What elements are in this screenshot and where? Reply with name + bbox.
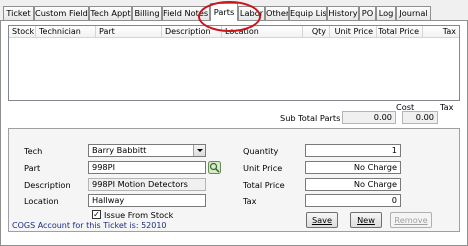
sub-total-label: Sub Total Parts	[280, 113, 341, 123]
tab-log[interactable]: Log	[376, 6, 396, 20]
new-button[interactable]: New	[350, 212, 382, 228]
tax-input[interactable]: 0	[305, 194, 401, 207]
parts-grid[interactable]: Stock Technician Part Description Locati…	[8, 25, 460, 101]
description-label: Description	[24, 180, 71, 190]
tab-field-notes[interactable]: Field Notes (1)	[162, 6, 210, 20]
col-technician[interactable]: Technician	[36, 26, 96, 38]
tab-tech-appt[interactable]: Tech Appt	[89, 6, 132, 20]
part-label-text: Part	[24, 163, 41, 173]
tab-parts[interactable]: Parts	[210, 3, 238, 21]
total-price-label: Total Price	[243, 180, 285, 190]
total-price-input[interactable]: No Charge	[305, 178, 401, 191]
remove-button-label: Remove	[394, 215, 428, 225]
tech-select-value: Barry Babbitt	[92, 145, 147, 155]
remove-button: Remove	[390, 212, 432, 228]
tax-header: Tax	[440, 102, 454, 112]
description-field: 998PI Motion Detectors	[88, 178, 206, 191]
part-lookup-icon[interactable]	[208, 161, 221, 174]
unit-price-input[interactable]: No Charge	[305, 161, 401, 174]
sub-total-tax-value: 0.00	[402, 111, 438, 124]
tech-label-text: Tech	[24, 146, 43, 156]
col-part[interactable]: Part	[96, 26, 162, 38]
tab-journal[interactable]: Journal	[396, 6, 431, 20]
col-total-price[interactable]: Total Price	[377, 26, 423, 38]
tab-billing[interactable]: Billing	[132, 6, 162, 20]
location-label: Location	[24, 196, 59, 206]
quantity-label: Quantity	[243, 146, 279, 156]
tech-select[interactable]: Barry Babbitt	[88, 144, 206, 157]
tab-custom-fields[interactable]: Custom Fields	[34, 6, 89, 20]
grid-header: Stock Technician Part Description Locati…	[9, 26, 459, 38]
col-unit-price[interactable]: Unit Price	[330, 26, 377, 38]
tab-equip-list[interactable]: Equip List	[289, 6, 327, 20]
col-tax[interactable]: Tax	[423, 26, 459, 38]
location-input[interactable]: Hallway	[88, 194, 206, 207]
cogs-account-text: COGS Account for this Ticket is: 52010	[12, 221, 167, 230]
issue-from-stock-checkbox[interactable]: ✓	[92, 210, 101, 219]
chevron-down-icon[interactable]	[193, 145, 205, 156]
tab-ticket[interactable]: Ticket	[3, 6, 34, 20]
col-stock[interactable]: Stock	[9, 26, 36, 38]
part-input[interactable]: 998PI	[88, 161, 206, 174]
unit-price-label: Unit Price	[243, 163, 283, 173]
tech-label: Tech	[24, 146, 42, 156]
col-description[interactable]: Description	[162, 26, 222, 38]
tab-labor[interactable]: Labor	[238, 6, 265, 20]
save-button[interactable]: Save	[306, 212, 338, 228]
tax-label: Tax	[243, 196, 257, 206]
new-button-label: New	[357, 215, 375, 225]
col-qty[interactable]: Qty	[303, 26, 330, 38]
tab-bar: Ticket Custom Fields Tech Appt Billing F…	[0, 0, 468, 21]
save-button-label: Save	[311, 215, 333, 225]
issue-from-stock-label[interactable]: Issue From Stock	[104, 210, 173, 220]
tab-history[interactable]: History	[327, 6, 359, 20]
col-location[interactable]: Location	[222, 26, 303, 38]
quantity-input[interactable]: 1	[305, 144, 401, 157]
tab-po[interactable]: PO	[359, 6, 376, 20]
tab-other[interactable]: Other	[265, 6, 289, 20]
sub-total-cost-value: 0.00	[342, 111, 396, 124]
part-label: Part	[24, 163, 40, 173]
